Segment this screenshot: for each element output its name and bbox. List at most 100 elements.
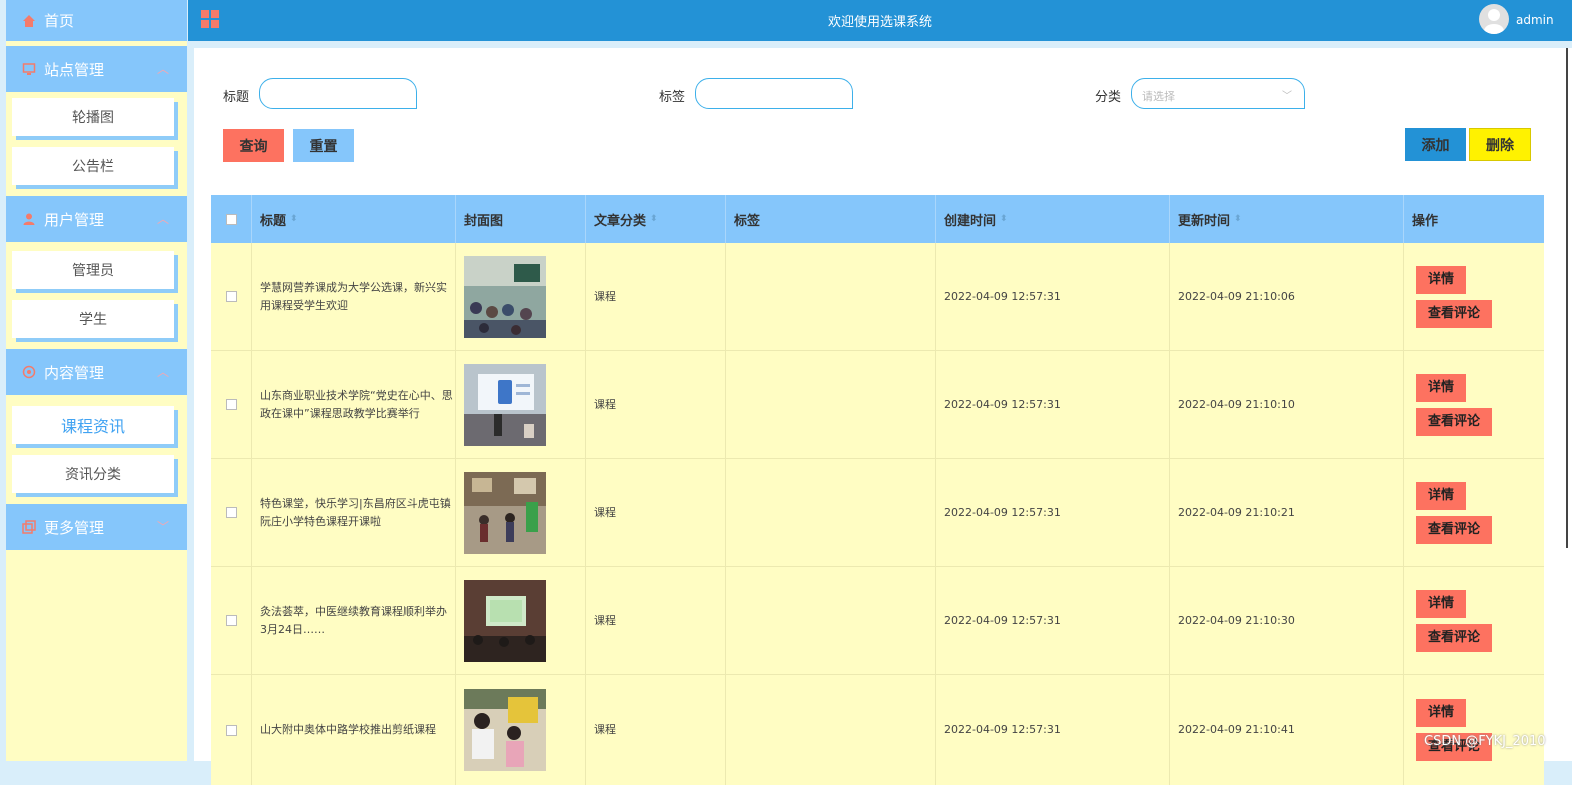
- detail-button[interactable]: 详情: [1416, 373, 1467, 402]
- row-checkbox[interactable]: [225, 724, 237, 736]
- delete-button[interactable]: 删除: [1469, 128, 1531, 161]
- view-comments-button[interactable]: 查看评论: [1416, 623, 1493, 652]
- category-filter-label: 分类: [1095, 90, 1122, 105]
- sort-icon[interactable]: ⬍: [290, 214, 298, 224]
- username[interactable]: admin: [1516, 13, 1554, 27]
- sidebar-group-users[interactable]: 用户管理 ︿: [6, 196, 187, 242]
- created-cell: 2022-04-09 12:57:31: [936, 675, 1170, 785]
- column-header-actions: 操作: [1404, 195, 1544, 243]
- actions-cell: 详情 查看评论: [1404, 567, 1544, 674]
- category-cell: 课程: [586, 567, 726, 674]
- detail-button[interactable]: 详情: [1416, 265, 1467, 294]
- column-header-category[interactable]: 文章分类 ⬍: [586, 195, 726, 243]
- select-all-cell: [211, 195, 252, 243]
- column-header-created[interactable]: 创建时间 ⬍: [936, 195, 1170, 243]
- cover-image[interactable]: [464, 471, 546, 554]
- sidebar-group-label: 站点管理: [44, 60, 105, 79]
- row-select-cell: [211, 459, 252, 566]
- tag-search-input[interactable]: [695, 78, 853, 109]
- cover-image[interactable]: [464, 579, 546, 662]
- actions-cell: 详情 查看评论: [1404, 351, 1544, 458]
- category-cell: 课程: [586, 351, 726, 458]
- reset-button[interactable]: 重置: [293, 129, 354, 162]
- tags-cell: [726, 351, 936, 458]
- column-header-cover: 封面图: [456, 195, 586, 243]
- actions-cell: 详情 查看评论: [1404, 675, 1544, 785]
- table-row: 特色课堂，快乐学习|东昌府区斗虎屯镇阮庄小学特色课程开课啦 课程 2022-04…: [211, 459, 1544, 567]
- cover-image[interactable]: [464, 363, 546, 446]
- watermark: CSDN @FYKJ_2010: [1424, 734, 1546, 749]
- column-header-label: 标签: [734, 213, 761, 229]
- row-select-cell: [211, 675, 252, 785]
- sidebar-item-carousel[interactable]: 轮播图: [12, 98, 174, 136]
- row-select-cell: [211, 567, 252, 674]
- sidebar-group-label: 内容管理: [44, 363, 105, 382]
- sidebar-group-more[interactable]: 更多管理 ﹀: [6, 504, 187, 550]
- sidebar-item-course-news[interactable]: 课程资讯: [12, 406, 174, 444]
- table-row: 山大附中奥体中路学校推出剪纸课程 课程 2022-04-09 12:57:31 …: [211, 675, 1544, 785]
- updated-cell: 2022-04-09 21:10:21: [1170, 459, 1404, 566]
- sort-icon[interactable]: ⬍: [1234, 214, 1242, 224]
- title-filter-label: 标题: [223, 90, 250, 105]
- table-row: 学慧网营养课成为大学公选课，新兴实用课程受学生欢迎 课程 2022-04-09 …: [211, 243, 1544, 351]
- row-checkbox[interactable]: [225, 507, 237, 518]
- row-checkbox[interactable]: [225, 291, 237, 302]
- category-select-placeholder: 请选择: [1142, 90, 1175, 103]
- view-comments-button[interactable]: 查看评论: [1416, 299, 1493, 328]
- created-cell: 2022-04-09 12:57:31: [936, 243, 1170, 350]
- sidebar-item-students[interactable]: 学生: [12, 300, 174, 338]
- row-checkbox[interactable]: [225, 615, 237, 626]
- title-cell: 山大附中奥体中路学校推出剪纸课程: [252, 675, 456, 785]
- sort-icon[interactable]: ⬍: [1000, 214, 1008, 224]
- table-row: 山东商业职业技术学院“党史在心中、思政在课中”课程思政教学比赛举行 课程 202…: [211, 351, 1544, 459]
- cover-cell: [456, 675, 586, 785]
- category-select[interactable]: 请选择 ﹀: [1131, 78, 1305, 109]
- category-cell: 课程: [586, 459, 726, 566]
- content-icon: [22, 365, 36, 379]
- sidebar-item-news-category[interactable]: 资讯分类: [12, 455, 174, 493]
- detail-button[interactable]: 详情: [1416, 481, 1467, 510]
- chevron-up-icon: ︿: [156, 365, 169, 379]
- created-cell: 2022-04-09 12:57:31: [936, 567, 1170, 674]
- sidebar-group-content[interactable]: 内容管理 ︿: [6, 349, 187, 395]
- column-header-updated[interactable]: 更新时间 ⬍: [1170, 195, 1404, 243]
- sort-icon[interactable]: ⬍: [650, 214, 658, 224]
- vertical-scrollbar[interactable]: [1560, 48, 1572, 761]
- query-button[interactable]: 查询: [223, 129, 284, 162]
- chevron-down-icon: ﹀: [1282, 91, 1292, 102]
- user-icon: [22, 212, 36, 226]
- row-select-cell: [211, 351, 252, 458]
- sidebar-item-home[interactable]: 首页: [6, 0, 187, 41]
- column-header-tags: 标签: [726, 195, 936, 243]
- chevron-down-icon: ﹀: [156, 520, 169, 534]
- tags-cell: [726, 459, 936, 566]
- table-header: 标题 ⬍ 封面图 文章分类 ⬍ 标签 创建时间 ⬍ 更新时间 ⬍ 操作: [211, 195, 1544, 243]
- view-comments-button[interactable]: 查看评论: [1416, 407, 1493, 436]
- column-header-label: 文章分类: [594, 213, 647, 229]
- view-comments-button[interactable]: 查看评论: [1416, 515, 1493, 544]
- cover-image[interactable]: [464, 689, 546, 771]
- tags-cell: [726, 567, 936, 674]
- add-button[interactable]: 添加: [1405, 128, 1466, 161]
- detail-button[interactable]: 详情: [1416, 699, 1467, 727]
- category-cell: 课程: [586, 243, 726, 350]
- updated-cell: 2022-04-09 21:10:41: [1170, 675, 1404, 785]
- row-checkbox[interactable]: [225, 399, 237, 410]
- created-cell: 2022-04-09 12:57:31: [936, 459, 1170, 566]
- sidebar-item-notice[interactable]: 公告栏: [12, 147, 174, 185]
- tag-filter-label: 标签: [659, 90, 686, 105]
- column-header-label: 更新时间: [1178, 213, 1231, 229]
- updated-cell: 2022-04-09 21:10:10: [1170, 351, 1404, 458]
- category-cell: 课程: [586, 675, 726, 785]
- select-all-checkbox[interactable]: [225, 213, 237, 225]
- avatar[interactable]: [1479, 4, 1509, 34]
- scrollbar-thumb[interactable]: [1566, 48, 1568, 548]
- title-search-input[interactable]: [259, 78, 417, 109]
- sidebar-group-site[interactable]: 站点管理 ︿: [6, 46, 187, 92]
- sidebar-item-admins[interactable]: 管理员: [12, 251, 174, 289]
- chevron-up-icon: ︿: [156, 212, 169, 226]
- cover-image[interactable]: [464, 255, 546, 338]
- tags-cell: [726, 675, 936, 785]
- detail-button[interactable]: 详情: [1416, 589, 1467, 618]
- column-header-title[interactable]: 标题 ⬍: [252, 195, 456, 243]
